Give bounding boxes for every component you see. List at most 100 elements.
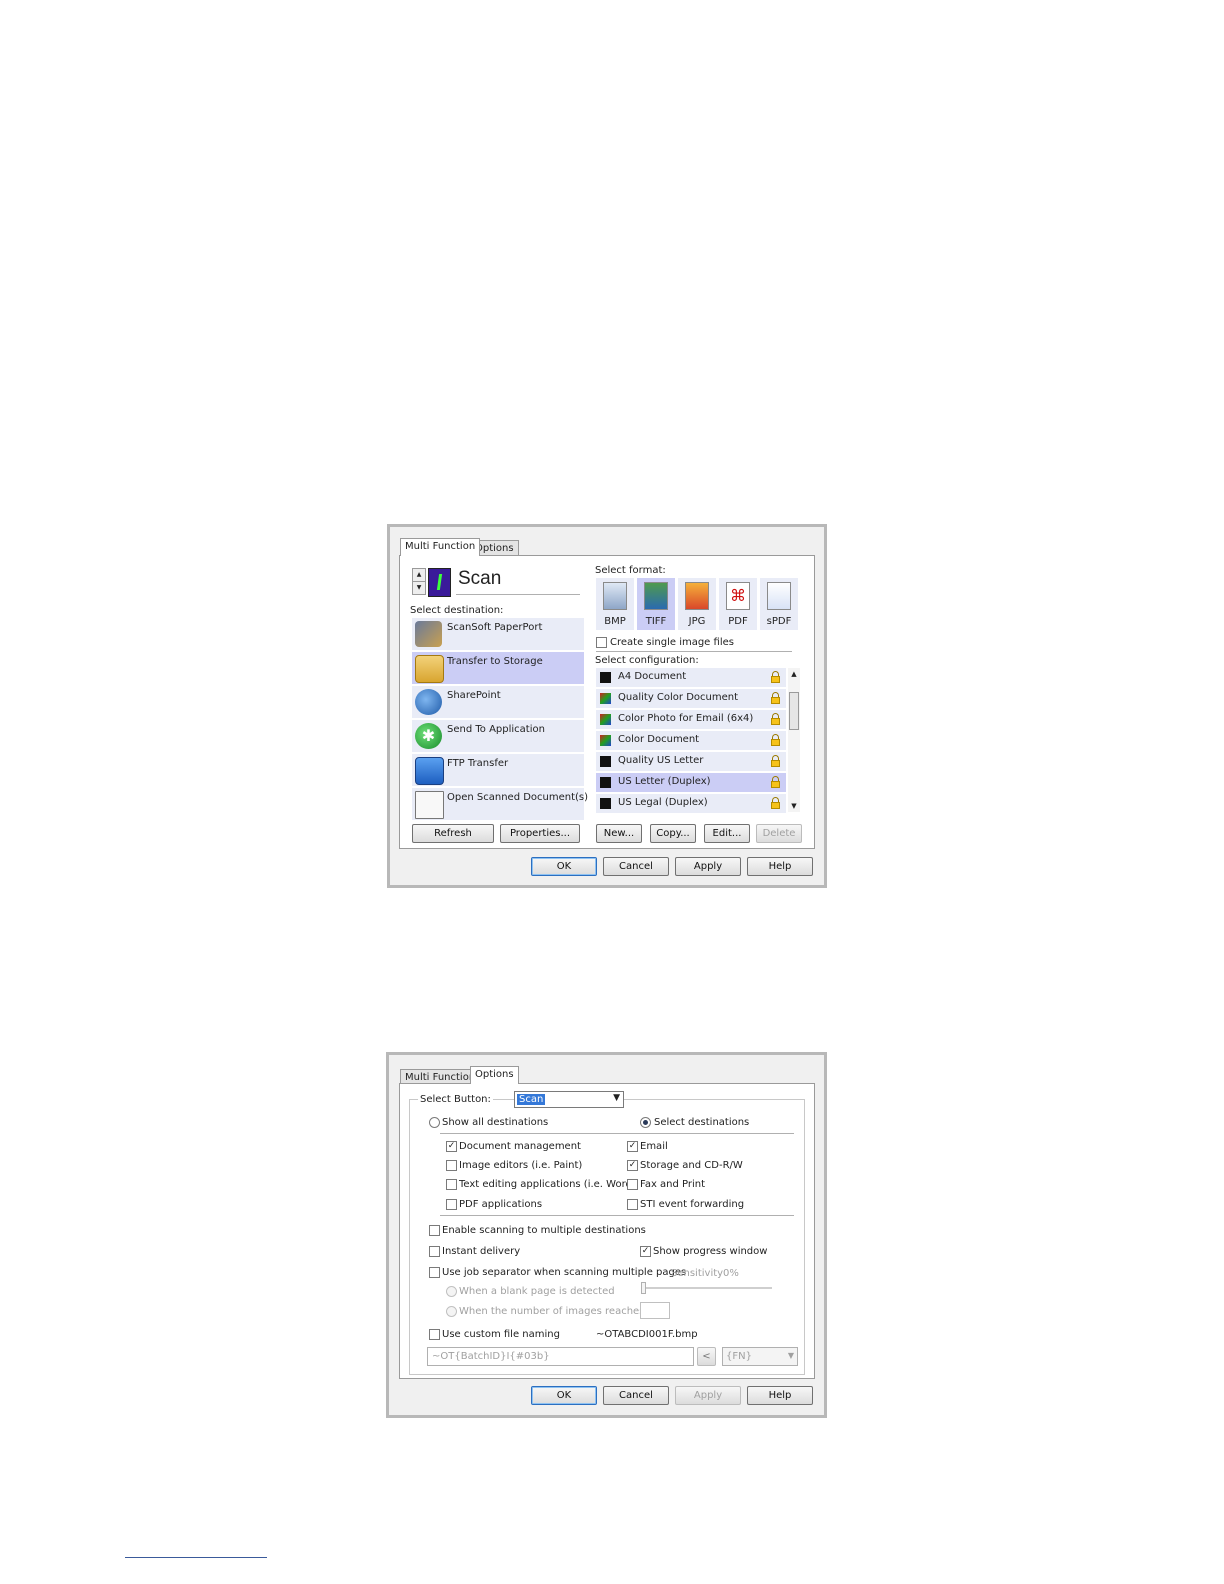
open-document-icon: [415, 791, 444, 819]
fax-print-checkbox[interactable]: [627, 1179, 638, 1190]
config-quality-us-letter[interactable]: Quality US Letter: [596, 752, 786, 771]
fax-print-label: Fax and Print: [640, 1179, 706, 1190]
copy-button[interactable]: Copy...: [650, 824, 696, 843]
lock-icon: [771, 692, 780, 704]
format-bmp[interactable]: BMP: [596, 578, 634, 630]
destination-sharepoint[interactable]: SharePoint: [412, 686, 584, 718]
select-button-dropdown[interactable]: Scan ▼: [514, 1091, 624, 1108]
scroll-down-icon[interactable]: ▼: [788, 800, 800, 812]
bw-config-icon: [600, 798, 611, 809]
footnote-separator: [125, 1557, 267, 1558]
storage-folder-icon: [415, 655, 444, 683]
number-of-images-radio[interactable]: [446, 1306, 457, 1317]
help-button[interactable]: Help: [747, 1386, 813, 1405]
cancel-button[interactable]: Cancel: [603, 857, 669, 876]
dest-types-separator: [440, 1215, 794, 1216]
job-separator-checkbox[interactable]: [429, 1267, 440, 1278]
token-dropdown[interactable]: {FN} ▼: [722, 1347, 798, 1366]
config-us-letter-duplex[interactable]: US Letter (Duplex): [596, 773, 786, 792]
number-of-images-input[interactable]: [640, 1302, 670, 1319]
image-editors-label: Image editors (i.e. Paint): [459, 1160, 583, 1171]
lock-icon: [771, 713, 780, 725]
help-button[interactable]: Help: [747, 857, 813, 876]
config-color-document[interactable]: Color Document: [596, 731, 786, 750]
pdf-applications-label: PDF applications: [459, 1199, 543, 1210]
jpg-icon: [685, 582, 709, 610]
destination-transfer-to-storage[interactable]: Transfer to Storage: [412, 652, 584, 684]
config-us-legal-duplex[interactable]: US Legal (Duplex): [596, 794, 786, 813]
destination-list[interactable]: ScanSoft PaperPort Transfer to Storage S…: [412, 618, 588, 824]
format-tiff[interactable]: TIFF: [637, 578, 675, 630]
insert-token-button[interactable]: <: [697, 1347, 716, 1366]
format-pdf[interactable]: ⌘ PDF: [719, 578, 757, 630]
select-format-label: Select format:: [595, 565, 666, 576]
sensitivity-slider[interactable]: [641, 1282, 772, 1294]
destination-send-to-application[interactable]: ✱ Send To Application: [412, 720, 584, 752]
destination-paperport[interactable]: ScanSoft PaperPort: [412, 618, 584, 650]
ftp-icon: [415, 757, 444, 785]
delete-button[interactable]: Delete: [756, 824, 802, 843]
cancel-button[interactable]: Cancel: [603, 1386, 669, 1405]
scroll-thumb[interactable]: [789, 692, 799, 730]
button-spinner[interactable]: ▲ ▼: [412, 568, 426, 595]
bmp-icon: [603, 582, 627, 610]
storage-checkbox[interactable]: ✓: [627, 1160, 638, 1171]
refresh-button[interactable]: Refresh: [412, 824, 494, 843]
tab-options[interactable]: Options: [470, 1066, 519, 1084]
format-selector[interactable]: BMP TIFF JPG ⌘ PDF sPDF: [596, 578, 802, 630]
custom-naming-checkbox[interactable]: [429, 1329, 440, 1340]
bw-config-icon: [600, 777, 611, 788]
single-image-files-checkbox[interactable]: [596, 637, 607, 648]
sensitivity-value: 0%: [723, 1268, 739, 1279]
document-management-checkbox[interactable]: ✓: [446, 1141, 457, 1152]
single-image-files-label: Create single image files: [610, 637, 734, 648]
properties-button[interactable]: Properties...: [500, 824, 580, 843]
show-all-destinations-radio[interactable]: [429, 1117, 440, 1128]
select-destinations-label: Select destinations: [654, 1117, 750, 1128]
spin-up-button[interactable]: ▲: [412, 568, 426, 582]
show-progress-checkbox[interactable]: ✓: [640, 1246, 651, 1257]
instant-delivery-checkbox[interactable]: [429, 1246, 440, 1257]
spin-down-button[interactable]: ▼: [412, 581, 426, 595]
tiff-icon: [644, 582, 668, 610]
config-color-photo-email[interactable]: Color Photo for Email (6x4): [596, 710, 786, 729]
sti-event-checkbox[interactable]: [627, 1199, 638, 1210]
multi-function-dialog: Multi Function Options ▲ ▼ Scan Select d…: [387, 524, 827, 888]
text-editing-checkbox[interactable]: [446, 1179, 457, 1190]
configuration-scrollbar[interactable]: ▲ ▼: [788, 668, 800, 812]
format-jpg[interactable]: JPG: [678, 578, 716, 630]
config-quality-color-document[interactable]: Quality Color Document: [596, 689, 786, 708]
tab-panel: Select Button: Scan ▼ Show all destinati…: [399, 1083, 815, 1379]
select-button-label: Select Button:: [418, 1094, 493, 1105]
enable-multiple-checkbox[interactable]: [429, 1225, 440, 1236]
send-to-app-icon: ✱: [415, 723, 442, 749]
email-label: Email: [640, 1141, 668, 1152]
destination-open-scanned-documents[interactable]: Open Scanned Document(s): [412, 788, 588, 820]
pdf-applications-checkbox[interactable]: [446, 1199, 457, 1210]
image-editors-checkbox[interactable]: [446, 1160, 457, 1171]
naming-pattern-input[interactable]: ~OT{BatchID}I{#03b}: [427, 1347, 694, 1366]
storage-label: Storage and CD-R/W: [640, 1160, 743, 1171]
show-progress-label: Show progress window: [653, 1246, 768, 1257]
select-destinations-radio[interactable]: [640, 1117, 651, 1128]
ok-button[interactable]: OK: [531, 1386, 597, 1405]
slider-thumb[interactable]: [641, 1282, 646, 1294]
destination-ftp-transfer[interactable]: FTP Transfer: [412, 754, 584, 786]
new-button[interactable]: New...: [596, 824, 642, 843]
configuration-list[interactable]: A4 Document Quality Color Document Color…: [596, 668, 802, 814]
email-checkbox[interactable]: ✓: [627, 1141, 638, 1152]
color-config-icon: [600, 735, 611, 746]
apply-button[interactable]: Apply: [675, 1386, 741, 1405]
scroll-up-icon[interactable]: ▲: [788, 668, 800, 680]
pdf-icon: ⌘: [726, 582, 750, 610]
config-a4-document[interactable]: A4 Document: [596, 668, 786, 687]
apply-button[interactable]: Apply: [675, 857, 741, 876]
edit-button[interactable]: Edit...: [704, 824, 750, 843]
sharepoint-icon: [415, 689, 442, 715]
tab-multi-function[interactable]: Multi Function: [400, 538, 481, 556]
blank-page-radio[interactable]: [446, 1286, 457, 1297]
tab-panel: ▲ ▼ Scan Select destination: ScanSoft Pa…: [399, 555, 815, 849]
paperport-icon: [415, 621, 442, 647]
format-spdf[interactable]: sPDF: [760, 578, 798, 630]
ok-button[interactable]: OK: [531, 857, 597, 876]
